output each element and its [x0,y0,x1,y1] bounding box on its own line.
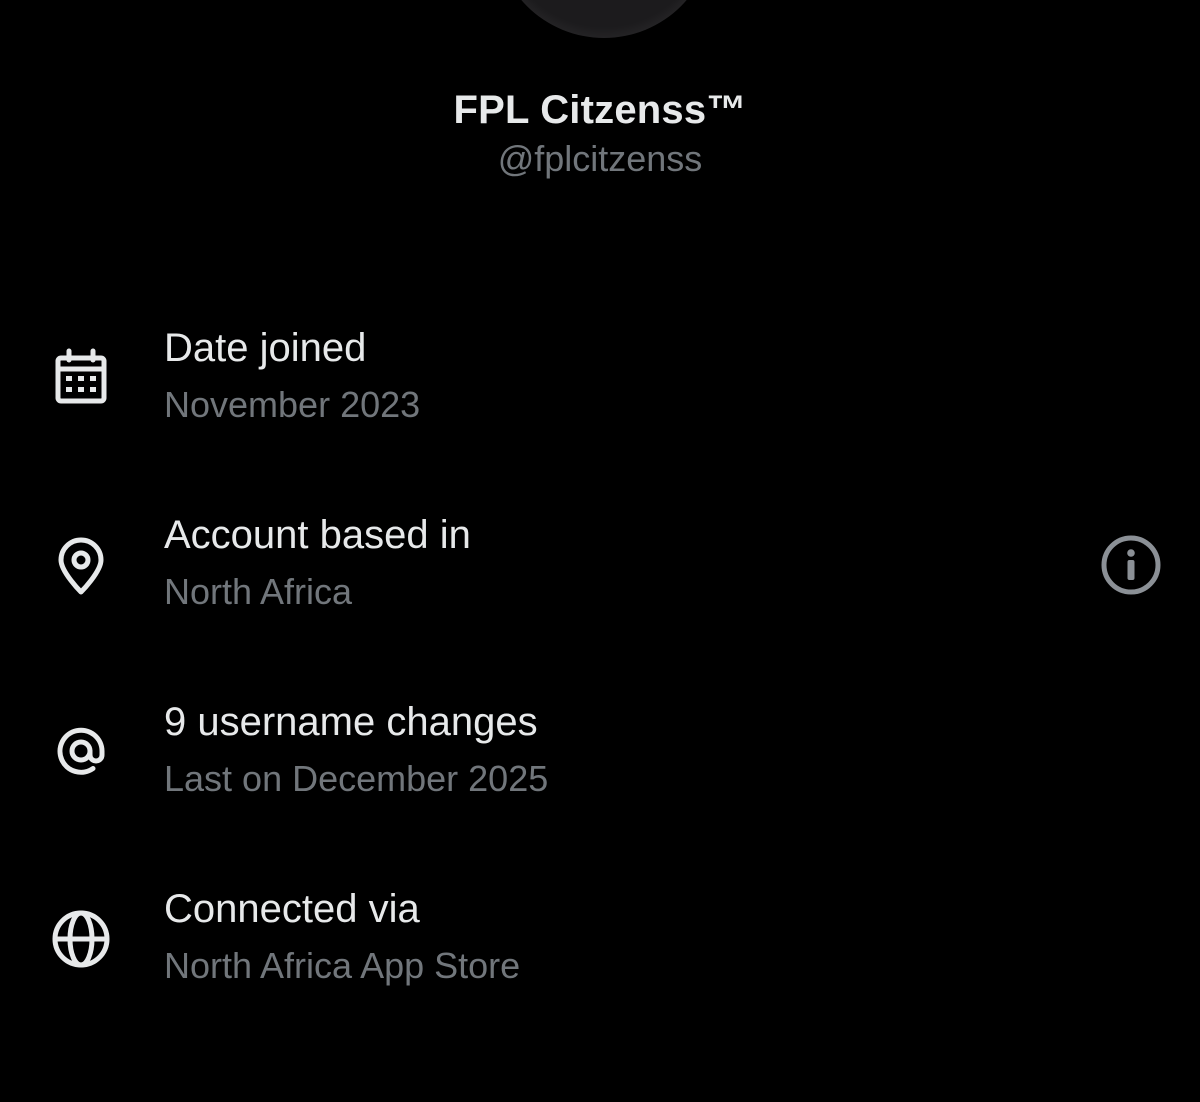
info-row-account-based-in: Account based in North Africa [0,513,1200,643]
at-sign-icon [46,716,116,786]
profile-name: FPL Citzenss™ [453,88,747,132]
globe-icon [46,904,116,974]
row-title: Account based in [164,513,471,557]
row-title: Connected via [164,887,420,931]
profile-handle: @fplcitzenss [497,138,703,179]
info-row-username-changes: 9 username changes Last on December 2025 [0,700,1200,830]
info-row-connected-via: Connected via North Africa App Store [0,887,1200,1017]
row-subtitle: North Africa App Store [164,945,521,986]
avatar[interactable] [495,0,713,38]
info-icon[interactable] [1098,532,1164,598]
location-pin-icon [46,531,116,601]
row-subtitle: North Africa [164,571,353,612]
row-subtitle: November 2023 [164,384,421,425]
row-subtitle: Last on December 2025 [164,758,549,799]
row-title: Date joined [164,326,367,370]
row-title: 9 username changes [164,700,538,744]
calendar-icon [46,342,116,412]
info-row-date-joined: Date joined November 2023 [0,326,1200,456]
